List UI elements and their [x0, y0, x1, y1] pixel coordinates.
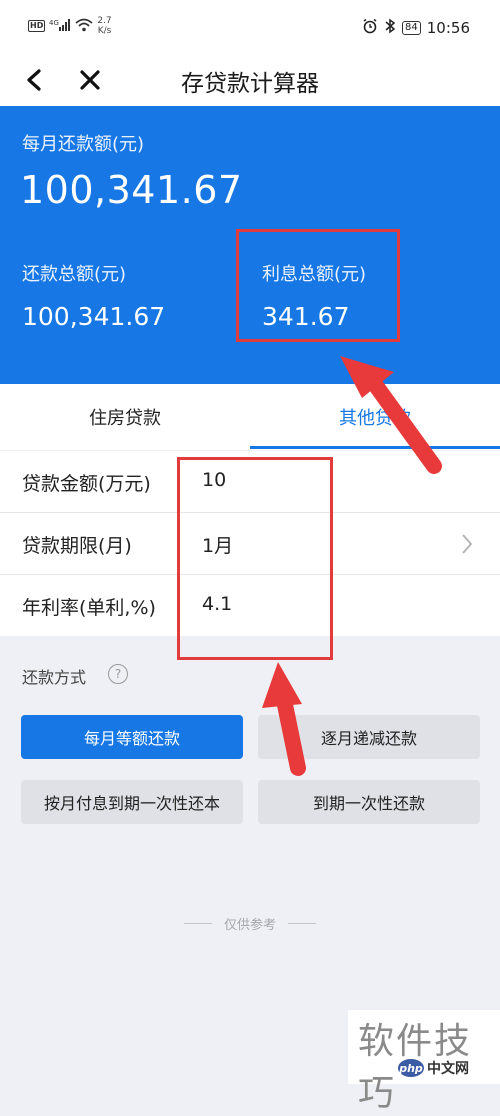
watermark-site: 中文网 — [427, 1061, 469, 1077]
watermark-badge: php 中文网 — [398, 1058, 469, 1078]
annotation-arrows — [262, 356, 442, 776]
arrow-to-inputs — [262, 662, 306, 776]
arrow-to-interest — [340, 356, 442, 474]
php-logo: php — [398, 1059, 424, 1077]
